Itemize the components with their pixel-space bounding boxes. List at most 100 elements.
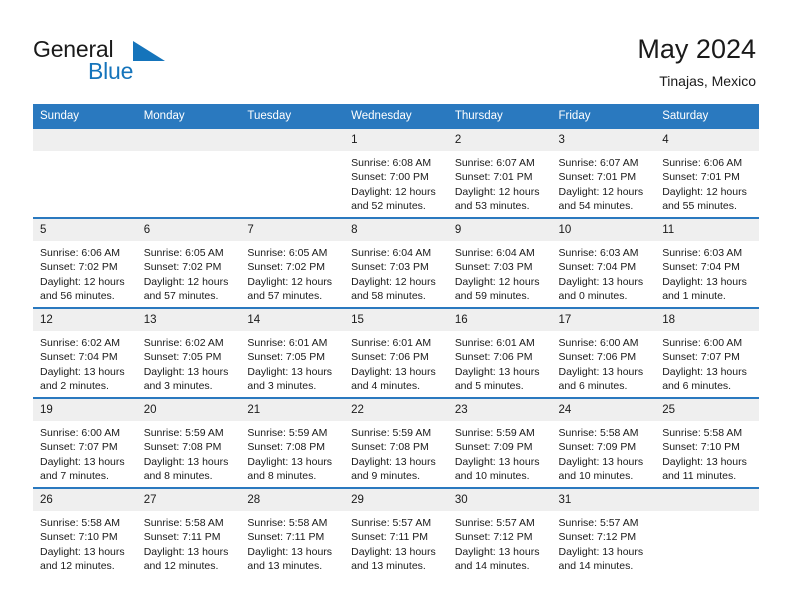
day-info: Sunrise: 6:03 AM Sunset: 7:04 PM Daylight:… bbox=[552, 241, 656, 304]
daylight-text-line2: and 9 minutes. bbox=[351, 470, 420, 483]
day-info: Sunrise: 5:59 AM Sunset: 7:08 PM Daylight:… bbox=[344, 421, 448, 484]
day-number: 27 bbox=[136, 489, 241, 511]
daylight-text-line1: Daylight: 13 hours bbox=[662, 455, 747, 468]
calendar-day-cell[interactable]: 11 Sunrise: 6:03 AM Sunset: 7:04 PM Dayligh… bbox=[655, 217, 759, 308]
calendar-day-cell[interactable]: 17 Sunrise: 6:00 AM Sunset: 7:06 PM Dayligh… bbox=[551, 307, 656, 398]
calendar-day-cell[interactable]: 1 Sunrise: 6:08 AM Sunset: 7:00 PM Daylight… bbox=[344, 127, 448, 218]
calendar-day-cell[interactable]: 26 Sunrise: 5:58 AM Sunset: 7:10 PM Dayligh… bbox=[33, 487, 137, 577]
page-subtitle: Tinajas, Mexico bbox=[659, 73, 756, 89]
sunrise-text: Sunrise: 6:00 AM bbox=[558, 337, 639, 349]
daylight-text-line1: Daylight: 13 hours bbox=[247, 455, 333, 468]
sunrise-text: Sunrise: 6:04 AM bbox=[351, 247, 432, 259]
calendar-day-cell[interactable]: 23 Sunrise: 5:59 AM Sunset: 7:09 PM Dayligh… bbox=[447, 397, 552, 488]
daylight-text-line2: and 59 minutes. bbox=[454, 290, 530, 303]
daylight-text-line2: and 1 minute. bbox=[662, 290, 726, 303]
day-number: 13 bbox=[136, 309, 241, 331]
calendar-day-cell[interactable]: 29 Sunrise: 5:57 AM Sunset: 7:11 PM Dayligh… bbox=[344, 487, 448, 577]
sunset-text: Sunset: 7:06 PM bbox=[454, 351, 533, 364]
day-number: 25 bbox=[655, 399, 759, 421]
sunset-text: Sunset: 7:01 PM bbox=[454, 171, 533, 184]
daylight-text-line1: Daylight: 12 hours bbox=[143, 275, 229, 288]
calendar-day-cell[interactable]: 25 Sunrise: 5:58 AM Sunset: 7:10 PM Dayligh… bbox=[655, 397, 759, 488]
calendar-day-cell[interactable]: 30 Sunrise: 5:57 AM Sunset: 7:12 PM Dayligh… bbox=[447, 487, 552, 577]
day-number: 28 bbox=[240, 489, 345, 511]
calendar-day-cell[interactable]: 2 Sunrise: 6:07 AM Sunset: 7:01 PM Daylight… bbox=[447, 127, 552, 218]
day-number: 14 bbox=[240, 309, 345, 331]
sunrise-text: Sunrise: 5:59 AM bbox=[454, 427, 535, 439]
day-info: Sunrise: 5:58 AM Sunset: 7:10 PM Daylight:… bbox=[33, 511, 137, 574]
daylight-text-line1: Daylight: 13 hours bbox=[247, 365, 333, 378]
calendar-day-cell[interactable]: 19 Sunrise: 6:00 AM Sunset: 7:07 PM Dayligh… bbox=[33, 397, 137, 488]
day-info: Sunrise: 6:01 AM Sunset: 7:06 PM Daylight:… bbox=[344, 331, 448, 394]
sunrise-text: Sunrise: 6:05 AM bbox=[143, 247, 224, 259]
sunrise-text: Sunrise: 6:03 AM bbox=[662, 247, 743, 259]
day-info: Sunrise: 6:06 AM Sunset: 7:01 PM Daylight:… bbox=[655, 151, 759, 214]
day-number: 20 bbox=[136, 399, 241, 421]
day-info: Sunrise: 5:58 AM Sunset: 7:11 PM Daylight:… bbox=[240, 511, 344, 574]
day-info: Sunrise: 6:00 AM Sunset: 7:07 PM Daylight:… bbox=[655, 331, 759, 394]
daylight-text-line1: Daylight: 13 hours bbox=[454, 545, 540, 558]
calendar-day-cell[interactable]: 6 Sunrise: 6:05 AM Sunset: 7:02 PM Daylight… bbox=[136, 217, 241, 308]
calendar-day-cell[interactable]: 31 Sunrise: 5:57 AM Sunset: 7:12 PM Dayligh… bbox=[551, 487, 656, 577]
day-info: Sunrise: 5:59 AM Sunset: 7:09 PM Daylight:… bbox=[448, 421, 552, 484]
calendar-day-cell[interactable]: 5 Sunrise: 6:06 AM Sunset: 7:02 PM Daylight… bbox=[33, 217, 137, 308]
calendar-day-cell[interactable]: 10 Sunrise: 6:03 AM Sunset: 7:04 PM Dayligh… bbox=[551, 217, 656, 308]
daylight-text-line2: and 52 minutes. bbox=[351, 200, 426, 213]
calendar-day-cell[interactable]: 13 Sunrise: 6:02 AM Sunset: 7:05 PM Dayligh… bbox=[136, 307, 241, 398]
sunset-text: Sunset: 7:12 PM bbox=[454, 531, 533, 544]
day-info: Sunrise: 6:06 AM Sunset: 7:02 PM Daylight:… bbox=[33, 241, 137, 304]
calendar-day-cell[interactable]: 28 Sunrise: 5:58 AM Sunset: 7:11 PM Dayligh… bbox=[240, 487, 345, 577]
sunrise-text: Sunrise: 5:57 AM bbox=[454, 517, 535, 529]
calendar-day-cell[interactable]: 3 Sunrise: 6:07 AM Sunset: 7:01 PM Daylight… bbox=[551, 127, 656, 218]
calendar-day-cell[interactable]: 7 Sunrise: 6:05 AM Sunset: 7:02 PM Daylight… bbox=[240, 217, 345, 308]
sunset-text: Sunset: 7:01 PM bbox=[558, 171, 637, 184]
calendar-day-cell[interactable]: 4 Sunrise: 6:06 AM Sunset: 7:01 PM Daylight… bbox=[655, 127, 759, 218]
sunset-text: Sunset: 7:09 PM bbox=[454, 441, 533, 454]
calendar-day-cell[interactable]: 18 Sunrise: 6:00 AM Sunset: 7:07 PM Dayligh… bbox=[655, 307, 759, 398]
day-info: Sunrise: 6:03 AM Sunset: 7:04 PM Daylight:… bbox=[655, 241, 759, 304]
calendar-day-cell[interactable]: 24 Sunrise: 5:58 AM Sunset: 7:09 PM Dayligh… bbox=[551, 397, 656, 488]
sunset-text: Sunset: 7:01 PM bbox=[662, 171, 740, 184]
day-info: Sunrise: 6:02 AM Sunset: 7:04 PM Daylight:… bbox=[33, 331, 137, 394]
daylight-text-line2: and 10 minutes. bbox=[558, 470, 634, 483]
calendar-day-cell[interactable]: 15 Sunrise: 6:01 AM Sunset: 7:06 PM Dayligh… bbox=[344, 307, 448, 398]
sunrise-text: Sunrise: 6:03 AM bbox=[558, 247, 639, 259]
sunrise-text: Sunrise: 6:04 AM bbox=[454, 247, 535, 259]
day-number: 21 bbox=[240, 399, 345, 421]
calendar-day-cell[interactable]: 16 Sunrise: 6:01 AM Sunset: 7:06 PM Dayligh… bbox=[447, 307, 552, 398]
calendar-day-cell[interactable]: 9 Sunrise: 6:04 AM Sunset: 7:03 PM Daylight… bbox=[447, 217, 552, 308]
sunrise-text: Sunrise: 6:00 AM bbox=[40, 427, 120, 439]
calendar-day-cell[interactable]: 20 Sunrise: 5:59 AM Sunset: 7:08 PM Dayligh… bbox=[136, 397, 241, 488]
calendar-day-cell-empty bbox=[655, 487, 759, 577]
calendar-week-row: 12 Sunrise: 6:02 AM Sunset: 7:04 PM Dayligh… bbox=[33, 307, 759, 398]
daylight-text-line1: Daylight: 13 hours bbox=[40, 365, 125, 378]
day-info: Sunrise: 5:59 AM Sunset: 7:08 PM Daylight:… bbox=[137, 421, 241, 484]
daylight-text-line2: and 55 minutes. bbox=[662, 200, 737, 213]
sunset-text: Sunset: 7:02 PM bbox=[247, 261, 326, 274]
calendar-day-cell[interactable]: 27 Sunrise: 5:58 AM Sunset: 7:11 PM Dayligh… bbox=[136, 487, 241, 577]
calendar-day-cell[interactable]: 12 Sunrise: 6:02 AM Sunset: 7:04 PM Dayligh… bbox=[33, 307, 137, 398]
sunset-text: Sunset: 7:07 PM bbox=[662, 351, 740, 364]
day-number: 11 bbox=[655, 219, 759, 241]
calendar-week-row: 19 Sunrise: 6:00 AM Sunset: 7:07 PM Dayligh… bbox=[33, 397, 759, 488]
daylight-text-line2: and 4 minutes. bbox=[351, 380, 420, 393]
daylight-text-line2: and 7 minutes. bbox=[40, 470, 109, 483]
sunrise-text: Sunrise: 5:57 AM bbox=[558, 517, 639, 529]
daylight-text-line1: Daylight: 13 hours bbox=[454, 455, 540, 468]
day-number: 12 bbox=[33, 309, 137, 331]
weekday-header-sunday: Sunday bbox=[33, 104, 137, 128]
calendar-header-row: Sunday Monday Tuesday Wednesday Thursday… bbox=[33, 104, 759, 128]
calendar-day-cell[interactable]: 14 Sunrise: 6:01 AM Sunset: 7:05 PM Dayligh… bbox=[240, 307, 345, 398]
brand-logo[interactable]: General Blue bbox=[33, 36, 203, 86]
daylight-text-line1: Daylight: 13 hours bbox=[351, 365, 436, 378]
daylight-text-line1: Daylight: 13 hours bbox=[247, 545, 333, 558]
day-info: Sunrise: 6:05 AM Sunset: 7:02 PM Daylight:… bbox=[137, 241, 241, 304]
calendar-day-cell[interactable]: 22 Sunrise: 5:59 AM Sunset: 7:08 PM Dayligh… bbox=[344, 397, 448, 488]
calendar-day-cell[interactable]: 8 Sunrise: 6:04 AM Sunset: 7:03 PM Daylight… bbox=[344, 217, 448, 308]
day-number: 26 bbox=[33, 489, 137, 511]
calendar-day-cell-empty bbox=[240, 127, 345, 218]
day-number: 15 bbox=[344, 309, 448, 331]
calendar-day-cell[interactable]: 21 Sunrise: 5:59 AM Sunset: 7:08 PM Dayligh… bbox=[240, 397, 345, 488]
sunrise-text: Sunrise: 5:59 AM bbox=[351, 427, 432, 439]
daylight-text-line2: and 8 minutes. bbox=[143, 470, 213, 483]
